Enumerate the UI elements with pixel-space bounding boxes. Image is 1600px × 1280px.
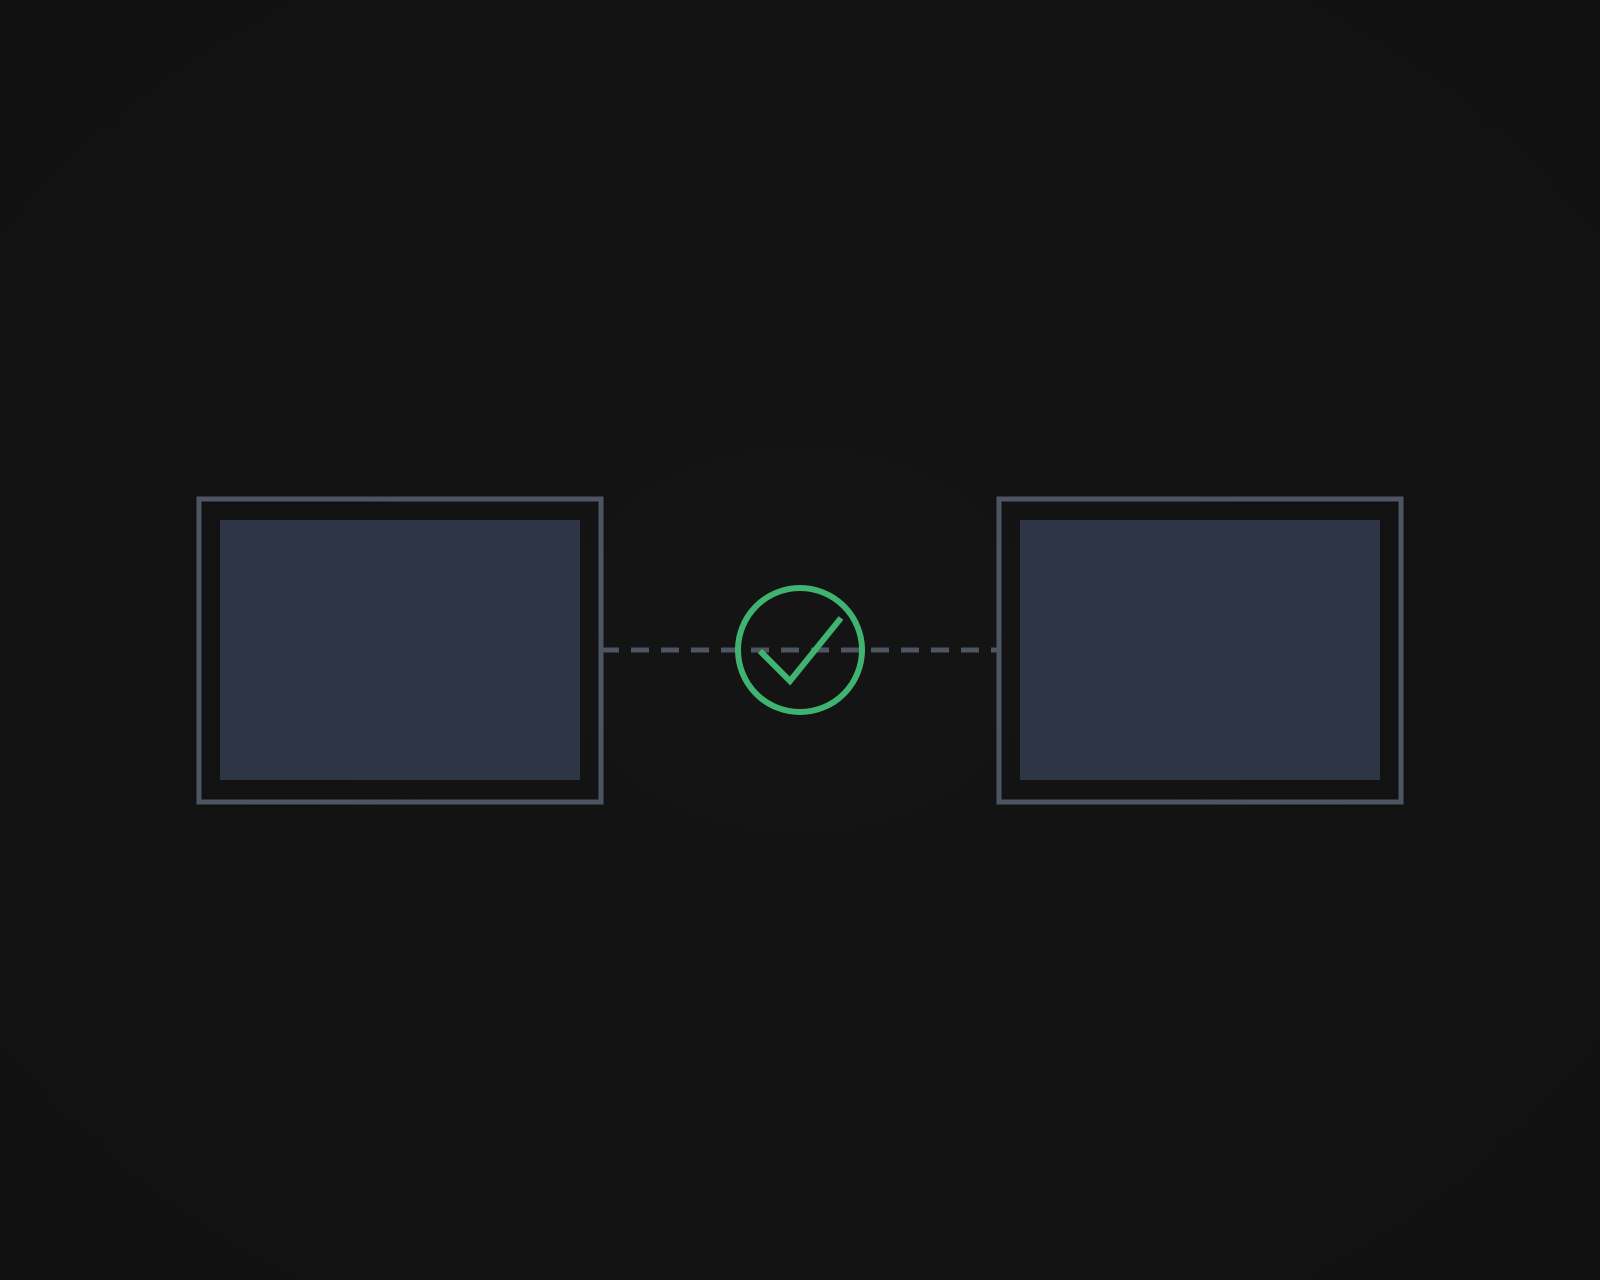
connection-diagram <box>196 496 1404 805</box>
left-device-screen <box>220 520 580 780</box>
right-device-screen <box>1020 520 1380 780</box>
right-device <box>996 496 1404 805</box>
connection-status-view <box>0 0 1600 1280</box>
left-device <box>196 496 604 805</box>
